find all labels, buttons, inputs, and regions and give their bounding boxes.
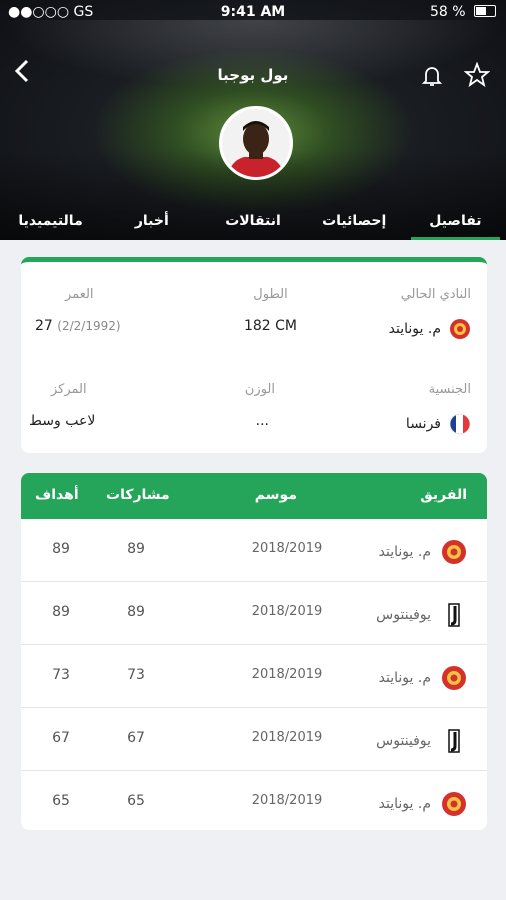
nationality-label: الجنسية (428, 382, 471, 397)
goals-cell: 67 (52, 730, 70, 746)
nationality-value-wrap: فرنسا (406, 413, 471, 435)
season-cell: 2018/2019 (251, 541, 323, 556)
team-cell: يوفينتوس (376, 728, 467, 754)
goals-cell: 65 (52, 793, 70, 809)
col-apps: مشاركات (106, 487, 170, 503)
team-name: يوفينتوس (376, 733, 431, 749)
manutd-icon (450, 319, 470, 339)
table-row[interactable]: م. يونايتد 2018/2019 73 73 (21, 645, 487, 708)
france-flag-icon (449, 413, 471, 435)
col-goals: أهداف (35, 487, 79, 503)
goals-cell: 89 (52, 604, 70, 620)
table-row[interactable]: يوفينتوس 2018/2019 67 67 (21, 708, 487, 771)
team-name: م. يونايتد (378, 544, 431, 560)
nationality-cell: الجنسية فرنسا (406, 382, 471, 435)
age-cell: العمر 27 (2/2/1992) (35, 287, 121, 334)
tab-bar: تفاصيل إحصائيات انتقالات أخبار مالتيميدي… (0, 204, 506, 240)
age-value-wrap: 27 (2/2/1992) (35, 318, 121, 334)
apps-cell: 89 (127, 604, 145, 620)
manutd-icon (442, 792, 466, 816)
player-avatar (219, 106, 293, 180)
height-cell: الطول 182 CM (244, 287, 297, 334)
tab-details[interactable]: تفاصيل (405, 204, 506, 240)
weight-value: ... (255, 413, 269, 429)
team-cell: يوفينتوس (376, 602, 467, 628)
goals-cell: 73 (52, 667, 70, 683)
manutd-icon (442, 666, 466, 690)
battery-icon (474, 5, 496, 17)
team-cell: م. يونايتد (379, 539, 467, 565)
player-info-card: النادي الحالي م. يونايتد الطول 182 CM ال… (21, 257, 487, 453)
position-label: المركز (51, 382, 87, 397)
tab-transfers[interactable]: انتقالات (202, 204, 303, 240)
battery-percent: 58 % (429, 4, 466, 20)
profile-header: ●●○○○ GS 9:41 AM 58 % بول بوجبا تفاصيل إ… (0, 0, 506, 240)
apps-cell: 67 (127, 730, 145, 746)
age-value: 27 (35, 318, 53, 334)
height-value: 182 CM (243, 318, 297, 334)
col-team: الفريق (420, 487, 467, 503)
position-value: لاعب وسط (29, 413, 96, 429)
birth-date: (2/2/1992) (57, 319, 121, 333)
season-cell: 2018/2019 (251, 604, 323, 619)
club-value-wrap: م. يونايتد (389, 318, 471, 340)
team-name: م. يونايتد (378, 670, 431, 686)
apps-cell: 65 (127, 793, 145, 809)
juventus-icon (448, 729, 460, 753)
status-bar: ●●○○○ GS 9:41 AM 58 % (0, 0, 506, 26)
position-cell: المركز لاعب وسط (29, 382, 95, 429)
team-name: يوفينتوس (376, 607, 431, 623)
bell-icon[interactable] (420, 64, 444, 88)
season-cell: 2018/2019 (251, 730, 323, 745)
manutd-icon (442, 540, 466, 564)
team-cell: م. يونايتد (379, 665, 467, 691)
nav-bar: بول بوجبا (0, 58, 506, 94)
weight-cell: الوزن ... (245, 382, 275, 429)
col-season: موسم (254, 487, 297, 503)
table-header: الفريق موسم مشاركات أهداف (21, 473, 487, 519)
table-row[interactable]: م. يونايتد 2018/2019 65 65 (21, 771, 487, 830)
weight-label: الوزن (244, 382, 275, 397)
tab-news[interactable]: أخبار (101, 204, 202, 240)
star-icon[interactable] (464, 62, 490, 88)
age-label: العمر (65, 287, 94, 302)
team-name: م. يونايتد (378, 796, 431, 812)
club-value: م. يونايتد (388, 321, 441, 337)
team-cell: م. يونايتد (379, 791, 467, 817)
apps-cell: 73 (127, 667, 145, 683)
table-row[interactable]: م. يونايتد 2018/2019 89 89 (21, 519, 487, 582)
club-label: النادي الحالي (400, 287, 471, 302)
tab-multimedia[interactable]: مالتيميديا (0, 204, 101, 240)
club-cell: النادي الحالي م. يونايتد (389, 287, 471, 340)
career-table: الفريق موسم مشاركات أهداف م. يونايتد 201… (21, 473, 487, 830)
table-row[interactable]: يوفينتوس 2018/2019 89 89 (21, 582, 487, 645)
juventus-icon (448, 603, 460, 627)
battery-status: 58 % (430, 4, 496, 20)
apps-cell: 89 (127, 541, 145, 557)
tab-stats[interactable]: إحصائيات (304, 204, 405, 240)
height-label: الطول (253, 287, 288, 302)
season-cell: 2018/2019 (251, 667, 323, 682)
season-cell: 2018/2019 (251, 793, 323, 808)
goals-cell: 89 (52, 541, 70, 557)
nationality-value: فرنسا (405, 416, 441, 432)
